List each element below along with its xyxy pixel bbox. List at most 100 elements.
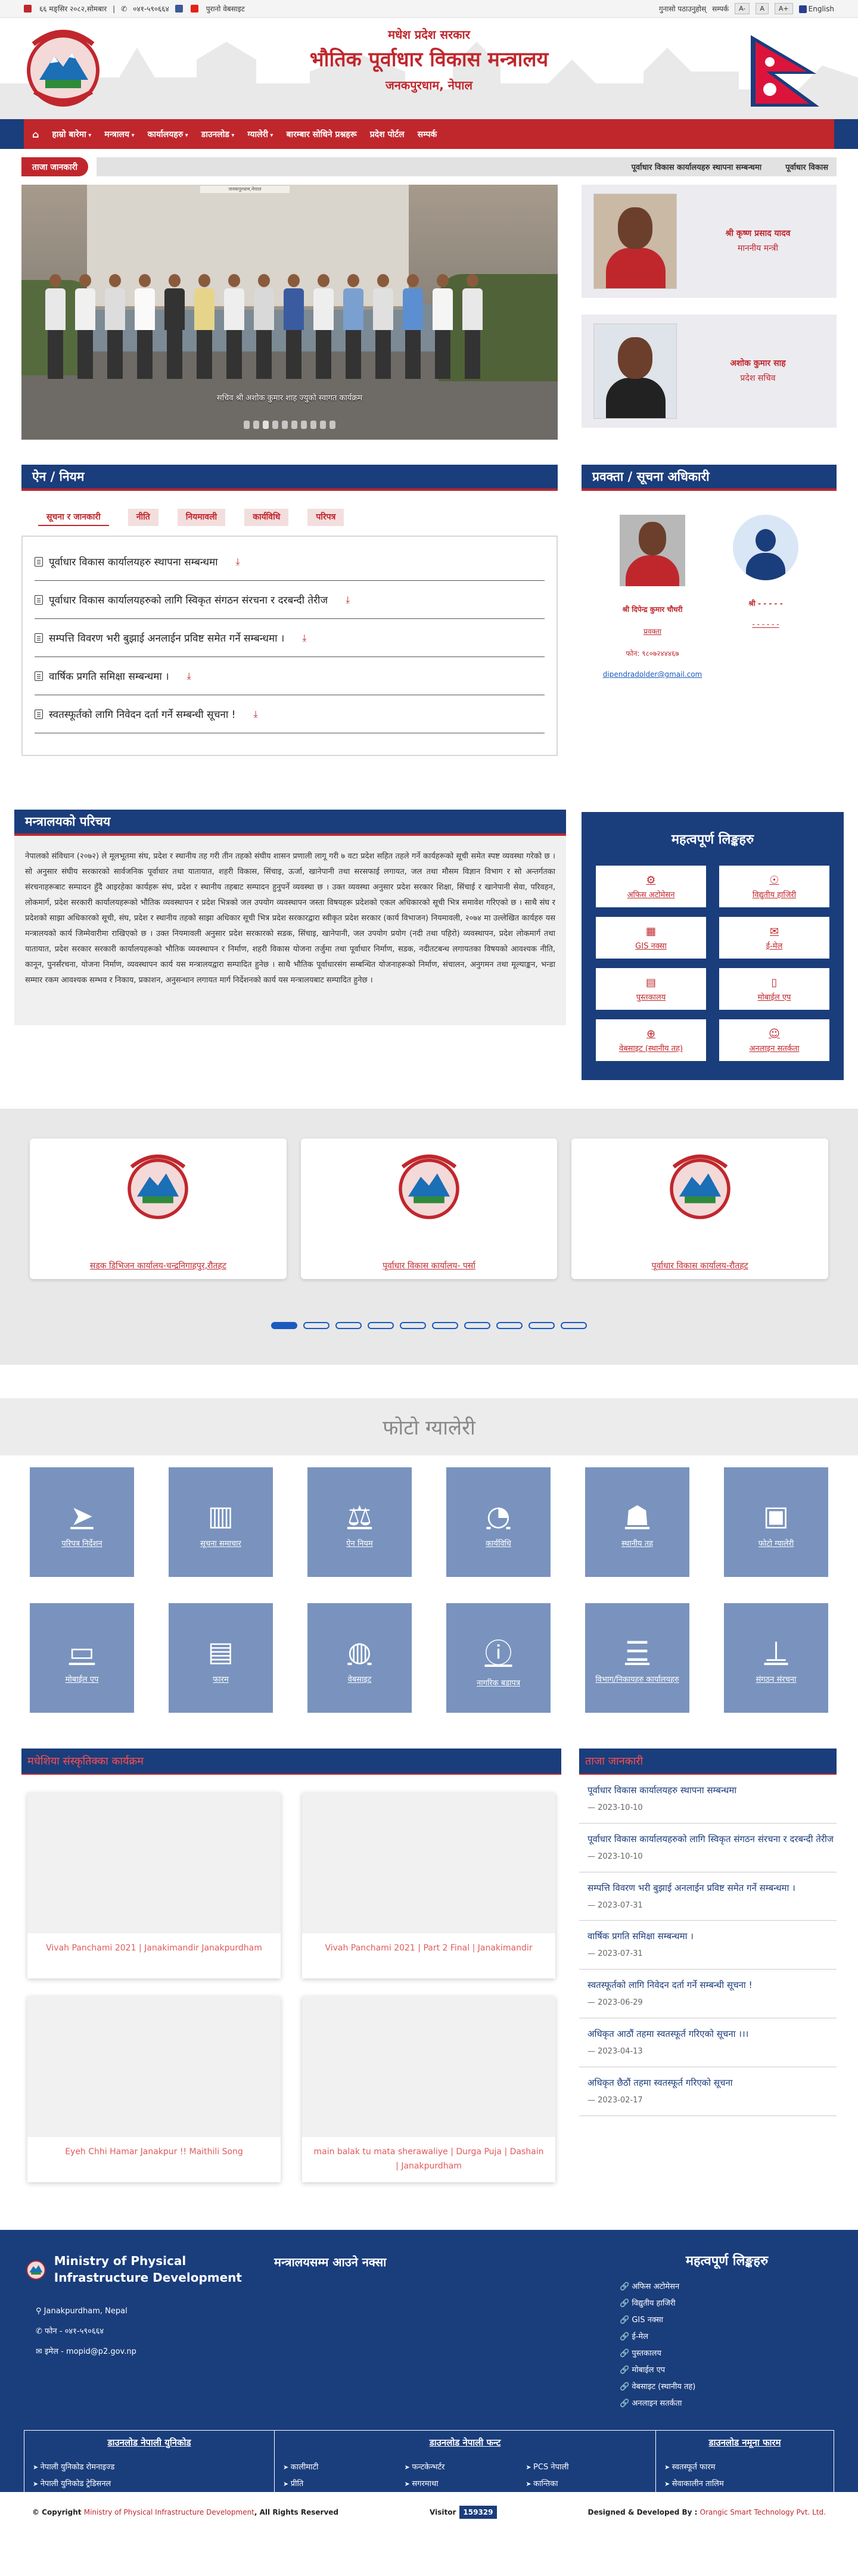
tile-photo-gallery[interactable]: ▣ फोटो ग्यालेरी bbox=[724, 1467, 828, 1577]
news-item[interactable]: अधिकृत आठौं तहमा स्वतस्फूर्त गरिएको सूचन… bbox=[579, 2018, 837, 2067]
news-item[interactable]: स्वतस्फूर्तको लागि निवेदन दर्ता गर्ने सम… bbox=[579, 1970, 837, 2018]
slider-dot[interactable] bbox=[272, 421, 278, 429]
carousel-dot[interactable] bbox=[561, 1322, 587, 1329]
tile-local-levels[interactable]: ☗ स्थानीय तह bbox=[585, 1467, 689, 1577]
developer-link[interactable]: Orangic Smart Technology Pvt. Ltd. bbox=[700, 2508, 826, 2516]
carousel-dot[interactable] bbox=[335, 1322, 362, 1329]
footer-phone[interactable]: ✆ फोन - ०४१-५९०६६४ bbox=[36, 2322, 274, 2342]
spokesperson-phone[interactable]: फोन: ९८०७२४४४६७ bbox=[596, 648, 709, 658]
footer-link[interactable]: वेबसाइट (स्थानीय तह) bbox=[620, 2379, 834, 2395]
tab-procedures[interactable]: कार्यविधि bbox=[244, 509, 289, 526]
tile-acts-rules[interactable]: ⚖ ऐन नियम bbox=[307, 1467, 412, 1577]
youtube-icon[interactable] bbox=[190, 5, 198, 13]
pdf-download-icon[interactable]: ⤓ bbox=[302, 632, 306, 644]
minister-card[interactable]: श्री कृष्ण प्रसाद यादव माननीय मन्त्री bbox=[582, 185, 837, 298]
office-card[interactable]: पूर्वाधार विकास कार्यालय- पर्सा bbox=[300, 1138, 558, 1279]
list-item[interactable]: सम्पत्ति विवरण भरी बुझाई अनलाईन प्रविष्ट… bbox=[35, 619, 545, 657]
tile-procedures[interactable]: ◔ कार्यविधि bbox=[446, 1467, 551, 1577]
download-link[interactable]: स्वतस्फूर्त फारम bbox=[664, 2459, 825, 2477]
link-mobile-app[interactable]: ▯ मोबाईल एप bbox=[719, 968, 829, 1010]
nav-ministry[interactable]: मन्त्रालय bbox=[104, 129, 134, 140]
news-item[interactable]: पूर्वाधार विकास कार्यालयहरु स्थापना सम्ब… bbox=[579, 1775, 837, 1824]
footer-link[interactable]: पुस्तकालय bbox=[620, 2345, 834, 2362]
slider-dot[interactable] bbox=[329, 421, 335, 429]
download-link[interactable]: कालीमाटी bbox=[283, 2459, 405, 2477]
carousel-dot-active[interactable] bbox=[271, 1322, 297, 1329]
video-card[interactable]: Vivah Panchami 2021 | Part 2 Final | Jan… bbox=[302, 1793, 555, 1978]
download-link[interactable]: सेवाकालीन तालिम bbox=[664, 2476, 825, 2493]
slider-dot[interactable] bbox=[253, 421, 259, 429]
download-link[interactable]: नेपाली युनिकोड ट्रेडिसनल bbox=[33, 2476, 266, 2493]
carousel-dot[interactable] bbox=[529, 1322, 555, 1329]
pdf-download-icon[interactable]: ⤓ bbox=[346, 594, 350, 606]
nav-gallery[interactable]: ग्यालेरी bbox=[247, 129, 273, 140]
video-thumbnail[interactable] bbox=[27, 1996, 281, 2137]
carousel-dot[interactable] bbox=[432, 1322, 458, 1329]
tile-forms[interactable]: ▤ फारम bbox=[169, 1603, 273, 1713]
carousel-dot[interactable] bbox=[303, 1322, 329, 1329]
footer-link[interactable]: अनलाइन सतर्कता bbox=[620, 2395, 834, 2412]
slider-dot-active[interactable] bbox=[263, 421, 269, 429]
grievance-link[interactable]: गुनासो पठाउनुहोस् bbox=[659, 4, 706, 14]
list-item[interactable]: स्वतस्फूर्तको लागि निवेदन दर्ता गर्ने सम… bbox=[35, 695, 545, 733]
link-library[interactable]: ▤ पुस्तकालय bbox=[596, 968, 706, 1010]
slider-dot[interactable] bbox=[301, 421, 307, 429]
ticker-item[interactable]: पूर्वाधार विकास कार्यालयहरु स्थापना सम्ब… bbox=[632, 161, 761, 172]
slider-dot[interactable] bbox=[320, 421, 326, 429]
news-item[interactable]: अधिकृत छैठौं तहमा स्वतस्फूर्त गरिएको सूच… bbox=[579, 2067, 837, 2116]
contact-link[interactable]: सम्पर्क bbox=[712, 4, 729, 14]
slider-dot[interactable] bbox=[291, 421, 297, 429]
office-card[interactable]: पूर्वाधार विकास कार्यालय-रौतहट bbox=[571, 1138, 829, 1279]
tile-mobile-app[interactable]: ▭ मोबाईल एप bbox=[30, 1603, 134, 1713]
tab-policy[interactable]: नीति bbox=[128, 509, 158, 526]
tab-circulars[interactable]: परिपत्र bbox=[307, 509, 344, 526]
spokesperson-email[interactable]: dipendradolder@gmail.com bbox=[596, 670, 709, 679]
carousel-dot[interactable] bbox=[496, 1322, 523, 1329]
video-card[interactable]: main balak tu mata sherawaliye | Durga P… bbox=[302, 1996, 555, 2182]
nav-offices[interactable]: कार्यालयहरु bbox=[148, 129, 188, 140]
secretary-card[interactable]: अशोक कुमार साह प्रदेश सचिव bbox=[582, 315, 837, 428]
nav-download[interactable]: डाउनलोड bbox=[201, 129, 235, 140]
tile-org-structure[interactable]: ⊥ संगठन संरचना bbox=[724, 1603, 828, 1713]
slider-dot[interactable] bbox=[244, 421, 250, 429]
video-card[interactable]: Eyeh Chhi Hamar Janakpur !! Maithili Son… bbox=[27, 1996, 281, 2182]
font-reset-button[interactable]: A bbox=[756, 3, 769, 14]
download-link[interactable]: सगरमाथा bbox=[405, 2476, 526, 2493]
carousel-dot[interactable] bbox=[368, 1322, 394, 1329]
home-icon[interactable]: ⌂ bbox=[32, 129, 39, 140]
footer-link[interactable]: विद्युतीय हाजिरी bbox=[620, 2295, 834, 2312]
carousel-dot[interactable] bbox=[400, 1322, 426, 1329]
download-link[interactable]: फन्टकेन्भर्टर bbox=[405, 2459, 526, 2477]
tab-regulations[interactable]: नियमावली bbox=[177, 509, 226, 526]
tab-notices[interactable]: सूचना र जानकारी bbox=[38, 509, 109, 526]
news-item[interactable]: पूर्वाधार विकास कार्यालयहरुको लागि स्विक… bbox=[579, 1824, 837, 1872]
facebook-icon[interactable] bbox=[175, 5, 183, 13]
news-item[interactable]: वार्षिक प्रगति समिक्षा सम्बन्धमा ।2023-0… bbox=[579, 1921, 837, 1970]
link-office-automation[interactable]: ⚙ अफिस अटोमेसन bbox=[596, 866, 706, 907]
tile-news[interactable]: ▥ सूचना समाचार bbox=[169, 1467, 273, 1577]
video-thumbnail[interactable] bbox=[302, 1996, 555, 2137]
old-website-link[interactable]: पुरानो वेबसाइट bbox=[206, 4, 245, 14]
video-thumbnail[interactable] bbox=[27, 1793, 281, 1933]
language-toggle[interactable]: English bbox=[798, 5, 834, 13]
footer-email[interactable]: ✉ इमेल - mopid@p2.gov.np bbox=[36, 2342, 274, 2362]
news-item[interactable]: सम्पत्ति विवरण भरी बुझाई अनलाईन प्रविष्ट… bbox=[579, 1872, 837, 1921]
video-thumbnail[interactable] bbox=[302, 1793, 555, 1933]
nav-about[interactable]: हाम्रो बारेमा bbox=[52, 129, 91, 140]
download-link[interactable]: नेपाली युनिकोड रोमनाइज्ड bbox=[33, 2459, 266, 2477]
list-item[interactable]: पूर्वाधार विकास कार्यालयहरु स्थापना सम्ब… bbox=[35, 543, 545, 581]
download-link[interactable]: कान्तिका bbox=[526, 2476, 647, 2493]
link-gis-map[interactable]: ▦ GIS नक्सा bbox=[596, 917, 706, 959]
slider-dot[interactable] bbox=[310, 421, 316, 429]
pdf-download-icon[interactable]: ⤓ bbox=[187, 670, 191, 682]
footer-link[interactable]: GIS नक्सा bbox=[620, 2312, 834, 2329]
carousel-dot[interactable] bbox=[464, 1322, 490, 1329]
office-card[interactable]: सडक डिभिजन कार्यालय-चन्द्रनिगाहपुर,रौतहट bbox=[30, 1138, 287, 1279]
nav-faq[interactable]: बारम्बार सोधिने प्रश्नहरू bbox=[286, 129, 356, 140]
list-item[interactable]: वार्षिक प्रगति समिक्षा सम्बन्धमा । ⤓ bbox=[35, 657, 545, 695]
font-decrease-button[interactable]: A- bbox=[735, 3, 750, 14]
copyright-org-link[interactable]: Ministry of Physical Infrastructure Deve… bbox=[84, 2508, 254, 2516]
download-link[interactable]: PCS नेपाली bbox=[526, 2459, 647, 2477]
list-item[interactable]: पूर्वाधार विकास कार्यालयहरुको लागि स्विक… bbox=[35, 581, 545, 619]
pdf-download-icon[interactable]: ⤓ bbox=[253, 708, 257, 720]
